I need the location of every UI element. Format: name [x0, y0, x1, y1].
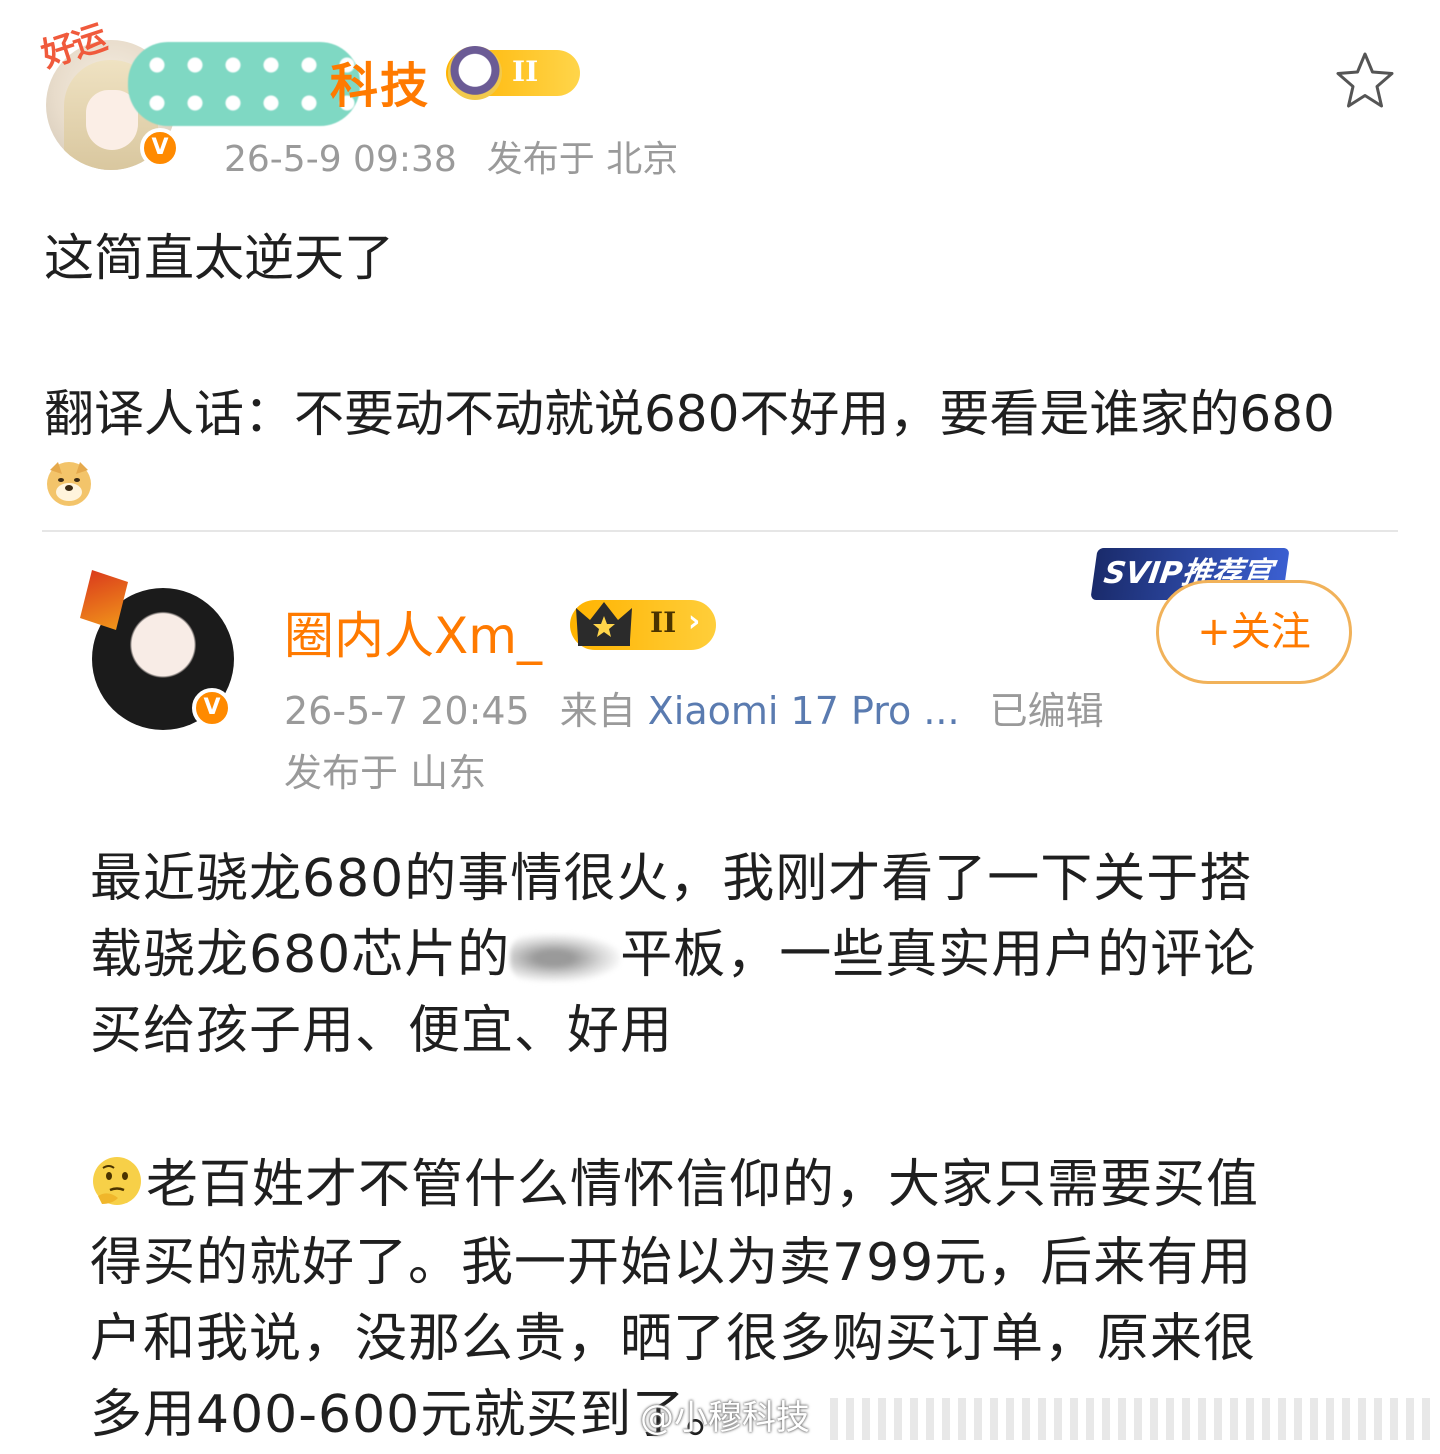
watermark: @小穆科技	[640, 1398, 810, 1438]
quoted-author-name[interactable]: 圈内人Xm_	[284, 596, 542, 668]
quoted-timestamp: 26-5-7 20:45	[284, 689, 530, 733]
post-location: 发布于 北京	[486, 139, 679, 180]
post-timestamp: 26-5-9 09:38	[224, 139, 457, 180]
redacted-name-mask	[128, 42, 360, 126]
quoted-text-line: 得买的就好了。我一开始以为卖799元，后来有用	[90, 1233, 1253, 1293]
astronaut-icon	[448, 46, 502, 100]
quoted-text-segment: 载骁龙680芯片的	[90, 925, 511, 985]
post-meta: 26-5-9 09:38 发布于 北京	[224, 130, 708, 182]
quoted-text-segment: 平板，一些真实用户的评论	[620, 925, 1257, 985]
edited-label[interactable]: 已编辑	[990, 689, 1104, 733]
verified-icon: V	[140, 128, 180, 168]
author-name[interactable]: 科技	[330, 46, 430, 116]
device-link[interactable]: Xiaomi 17 Pro ...	[648, 689, 960, 733]
quoted-text-line: 老百姓才不管什么情怀信仰的，大家只需要买值	[90, 1142, 1259, 1217]
level-badge-label: II	[512, 55, 539, 88]
chevron-right-icon: ›	[688, 604, 701, 639]
favorite-star-icon[interactable]	[1334, 50, 1396, 112]
divider	[42, 530, 1398, 532]
quoted-text-segment: 老百姓才不管什么情怀信仰的，大家只需要买值	[146, 1155, 1260, 1215]
follow-button[interactable]: +关注	[1156, 580, 1352, 684]
verified-icon: V	[192, 688, 232, 728]
level-badge[interactable]: II	[446, 46, 580, 100]
quoted-location: 发布于 山东	[284, 751, 487, 795]
thinking-face-icon	[93, 1157, 141, 1205]
bottom-fade	[830, 1398, 1430, 1440]
quoted-text-line: 户和我说，没那么贵，晒了很多购买订单，原来很	[90, 1309, 1257, 1369]
doge-icon	[47, 462, 91, 506]
level-badge-label: II	[650, 606, 677, 639]
redacted-brand-smudge	[510, 934, 621, 982]
crown-level-badge[interactable]: II ›	[570, 600, 716, 650]
crown-icon	[576, 602, 632, 646]
quoted-text-line: 载骁龙680芯片的 平板，一些真实用户的评论	[90, 912, 1256, 987]
quoted-text-line: 买给孩子用、便宜、好用	[90, 1001, 674, 1061]
quoted-meta: 26-5-7 20:45 来自 Xiaomi 17 Pro ... 已编辑	[284, 680, 1134, 735]
quoted-text-line: 最近骁龙680的事情很火，我刚才看了一下关于搭	[90, 849, 1253, 909]
post-text-line: 翻译人话：不要动不动就说680不好用，要看是谁家的680	[44, 385, 1335, 443]
post-text-line: 这简直太逆天了	[44, 229, 394, 287]
quoted-source-label: 来自	[559, 689, 636, 733]
